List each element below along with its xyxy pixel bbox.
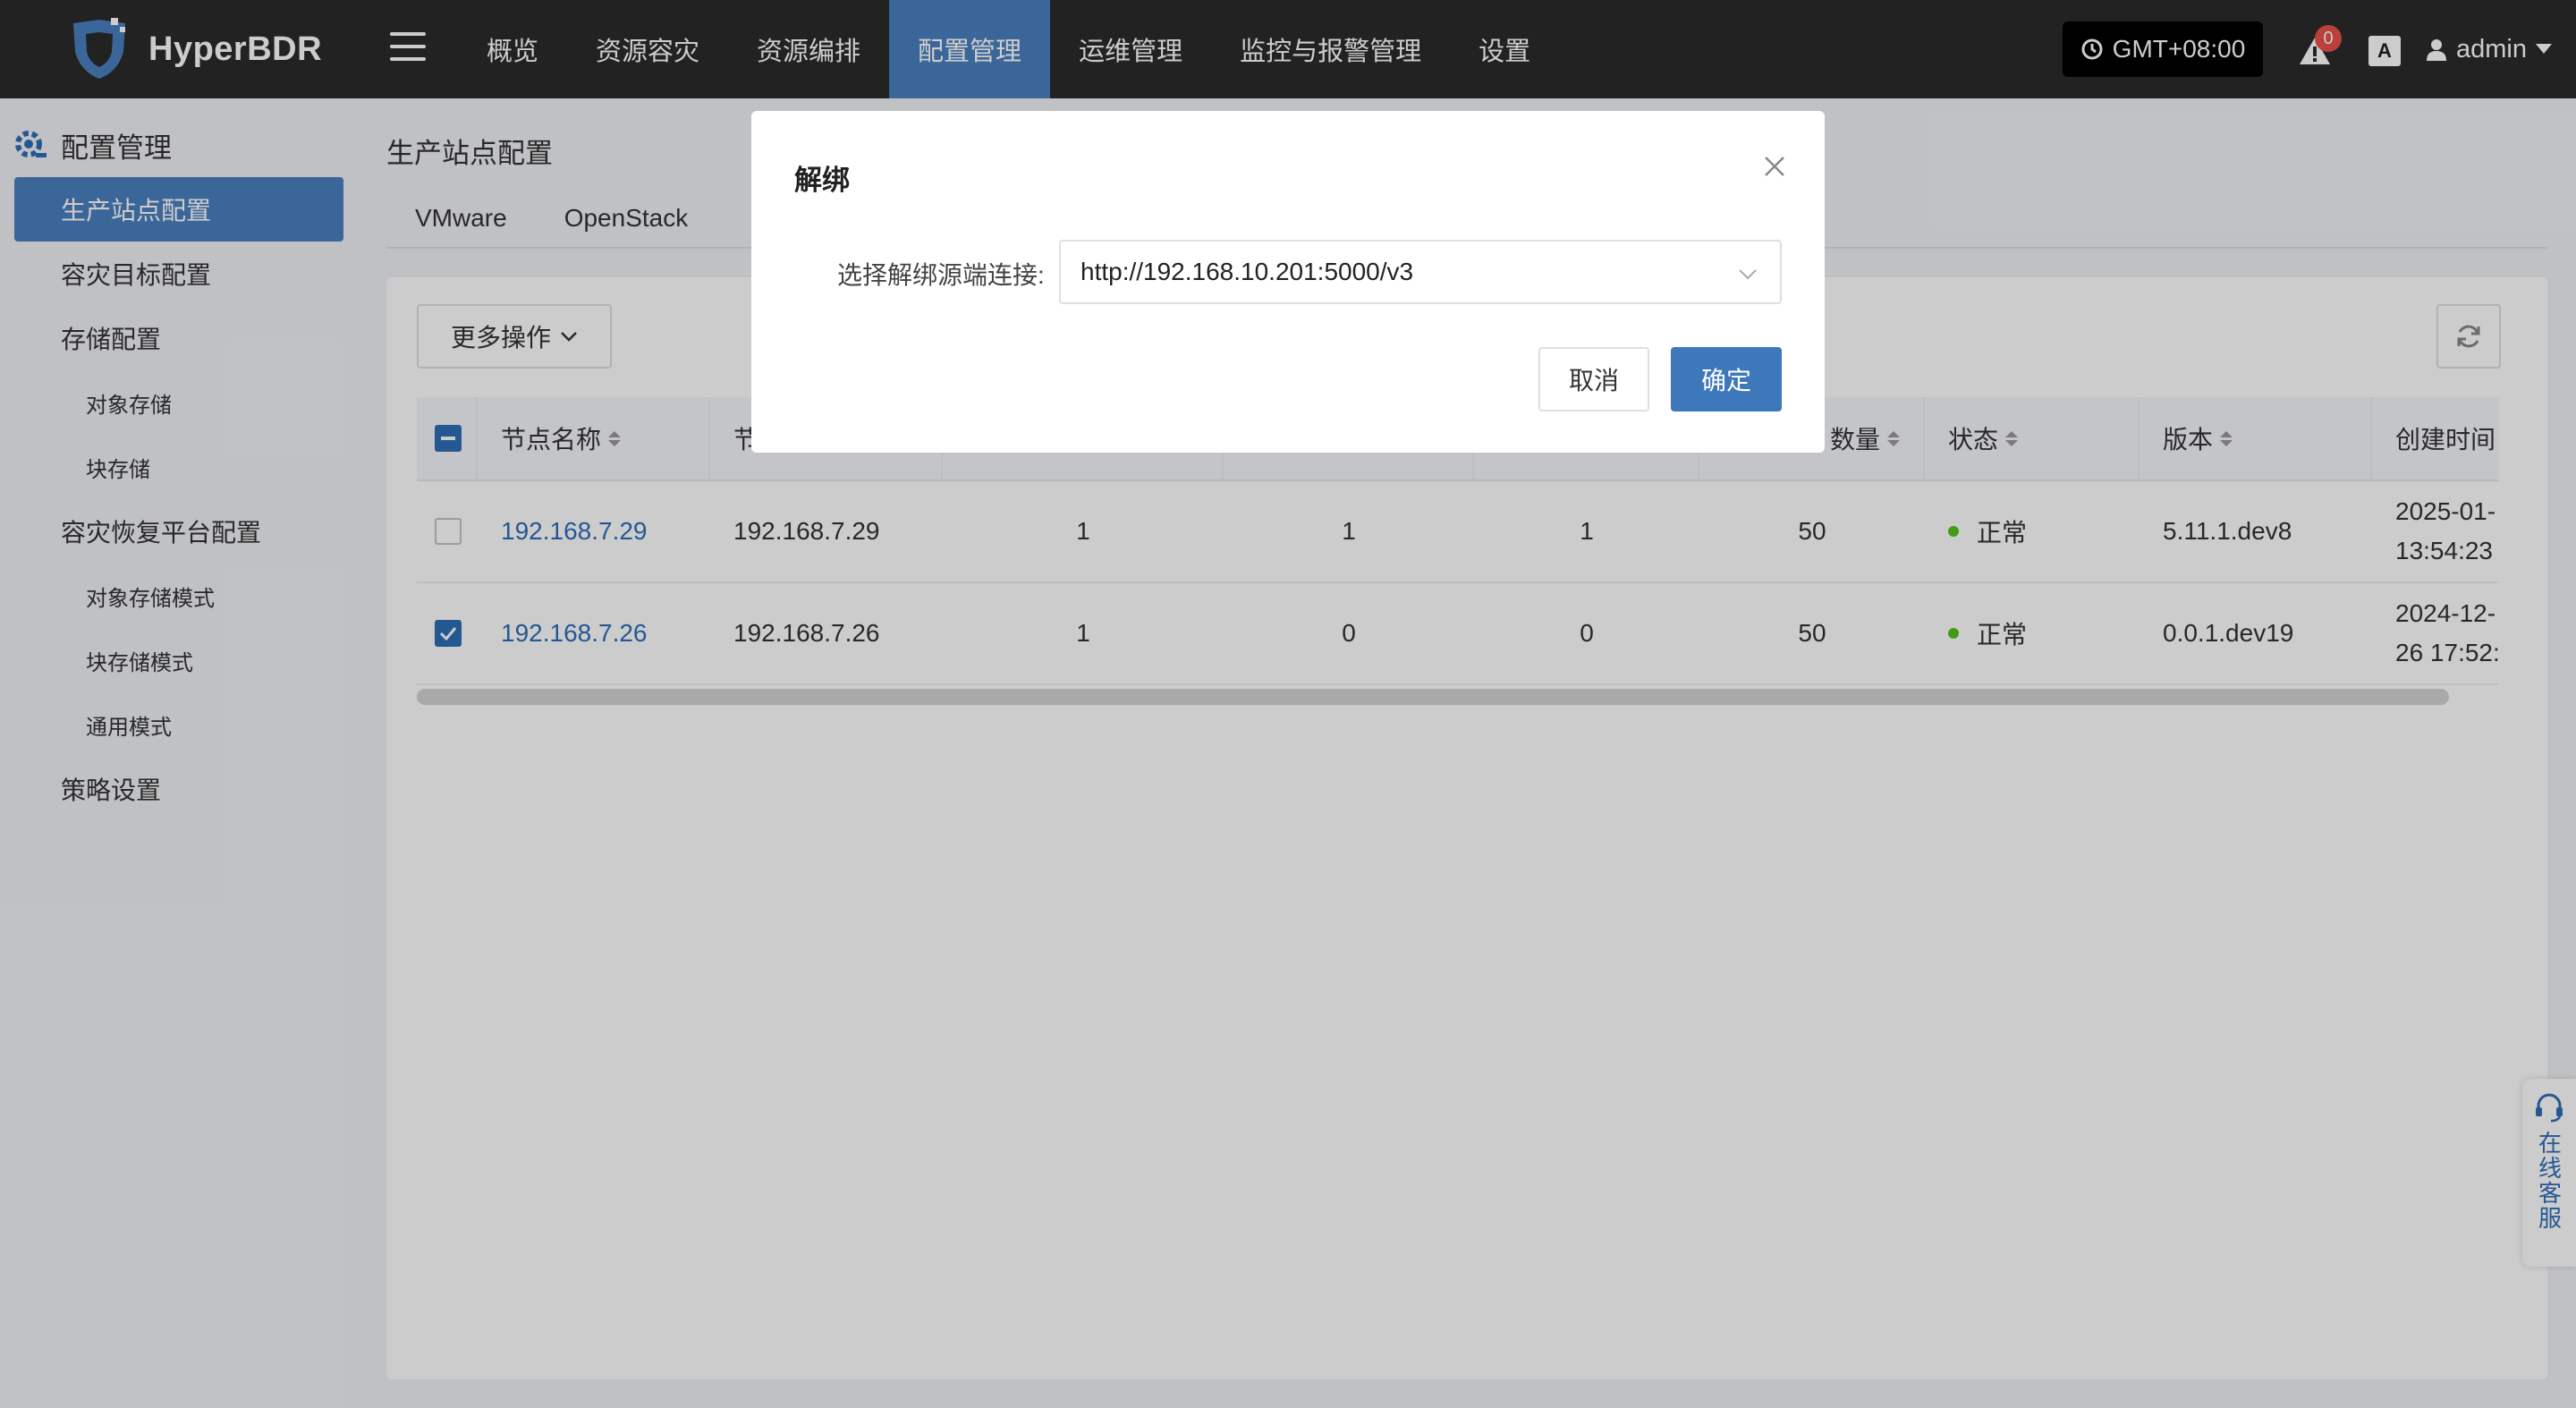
close-icon[interactable]: [1757, 148, 1792, 184]
dialog-title: 解绑: [794, 165, 850, 196]
unbind-dialog: 解绑 选择解绑源端连接: http://192.168.10.201:5000/…: [751, 111, 1825, 453]
chevron-down-icon: [1739, 269, 1757, 280]
source-connection-label: 选择解绑源端连接:: [837, 261, 1045, 289]
confirm-button[interactable]: 确定: [1671, 347, 1782, 411]
cancel-button[interactable]: 取消: [1538, 347, 1649, 411]
source-connection-select[interactable]: http://192.168.10.201:5000/v3: [1059, 240, 1782, 304]
selected-connection: http://192.168.10.201:5000/v3: [1080, 258, 1414, 285]
